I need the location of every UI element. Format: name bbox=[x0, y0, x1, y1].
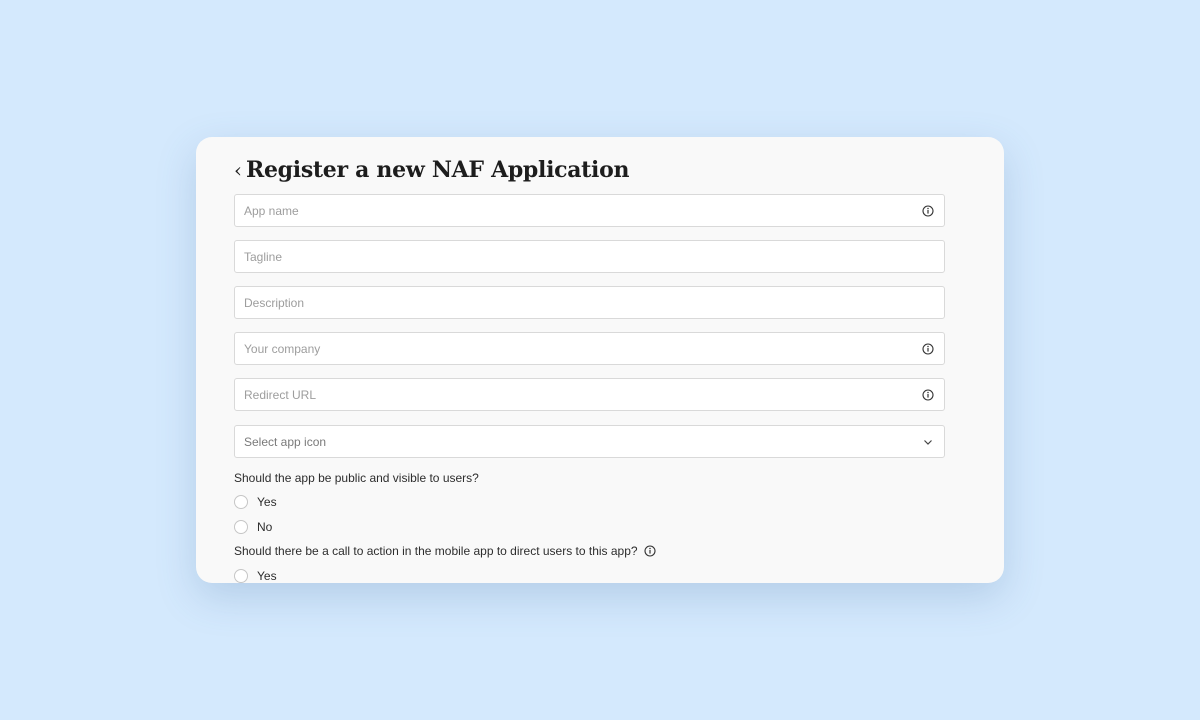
public-visible-no-option[interactable]: No bbox=[234, 520, 272, 534]
chevron-down-icon bbox=[921, 435, 935, 449]
info-icon[interactable] bbox=[643, 544, 657, 558]
app-name-input[interactable] bbox=[244, 195, 921, 226]
description-field[interactable] bbox=[234, 286, 945, 319]
call-to-action-question: Should there be a call to action in the … bbox=[234, 544, 657, 558]
register-app-card: ‹ Register a new NAF Application Select … bbox=[196, 137, 1004, 583]
redirect-url-field[interactable] bbox=[234, 378, 945, 411]
app-name-field[interactable] bbox=[234, 194, 945, 227]
company-field[interactable] bbox=[234, 332, 945, 365]
radio-button[interactable] bbox=[234, 520, 248, 534]
public-visible-label: Should the app be public and visible to … bbox=[234, 471, 479, 485]
tagline-input[interactable] bbox=[244, 241, 935, 272]
back-icon[interactable]: ‹ bbox=[234, 160, 242, 180]
option-label: Yes bbox=[257, 495, 277, 509]
app-icon-select-value: Select app icon bbox=[244, 434, 327, 449]
description-input[interactable] bbox=[244, 287, 935, 318]
page-title: Register a new NAF Application bbox=[246, 157, 630, 183]
page-header: ‹ Register a new NAF Application bbox=[234, 157, 629, 183]
call-to-action-label: Should there be a call to action in the … bbox=[234, 544, 638, 558]
public-visible-yes-option[interactable]: Yes bbox=[234, 495, 277, 509]
company-input[interactable] bbox=[244, 333, 921, 364]
radio-button[interactable] bbox=[234, 495, 248, 509]
info-icon[interactable] bbox=[921, 388, 935, 402]
call-to-action-yes-option[interactable]: Yes bbox=[234, 569, 277, 583]
public-visible-question: Should the app be public and visible to … bbox=[234, 471, 479, 485]
app-icon-select[interactable]: Select app icon bbox=[234, 425, 945, 458]
option-label: No bbox=[257, 520, 273, 534]
info-icon[interactable] bbox=[921, 342, 935, 356]
redirect-url-input[interactable] bbox=[244, 379, 921, 410]
radio-button[interactable] bbox=[234, 569, 248, 583]
tagline-field[interactable] bbox=[234, 240, 945, 273]
info-icon[interactable] bbox=[921, 204, 935, 218]
option-label: Yes bbox=[257, 569, 277, 583]
